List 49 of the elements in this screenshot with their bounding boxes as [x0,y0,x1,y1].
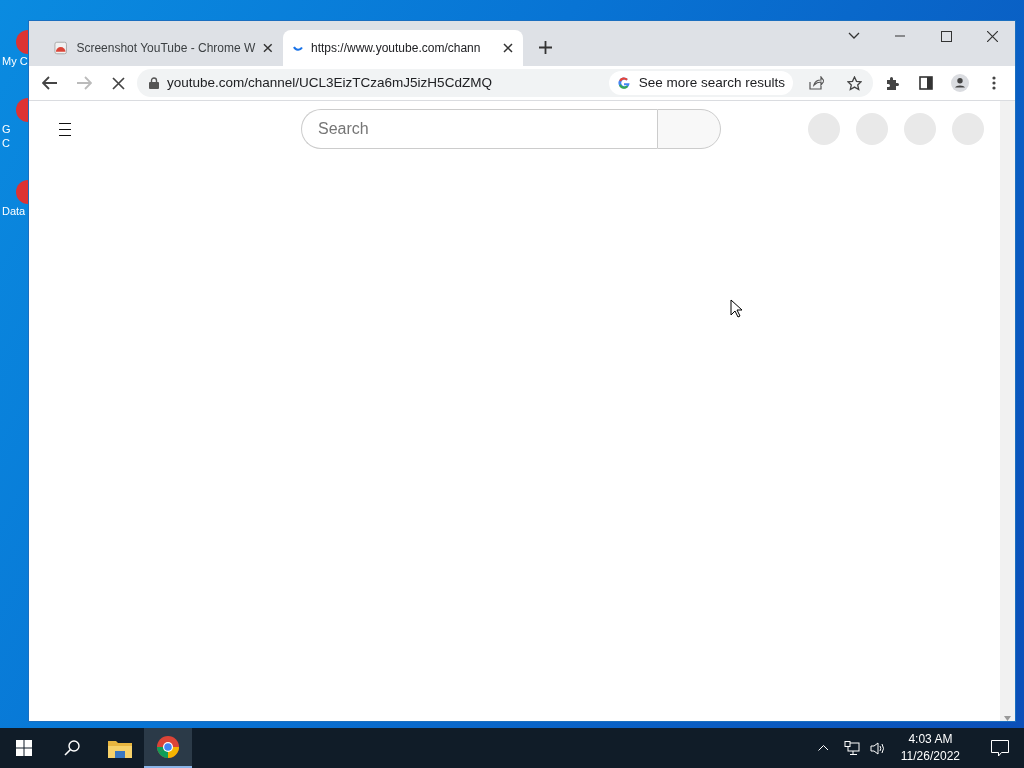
icon-label: My C [2,54,28,68]
folder-icon [108,738,132,758]
taskbar-app-button[interactable] [144,728,192,768]
search-field[interactable]: Search [301,109,657,149]
loading-spinner-icon [293,45,303,51]
maximize-icon [940,30,952,42]
back-arrow-icon [42,76,58,90]
star-icon [846,75,862,91]
forward-arrow-icon [76,76,92,90]
menu-icon [59,122,71,136]
speaker-icon [869,741,885,755]
tab-title: https://www.youtube.com/chann [311,40,482,57]
google-g-icon [616,76,631,90]
share-icon [808,76,824,90]
chevron-up-icon [817,745,828,751]
speech-bubble-icon [991,739,1009,757]
browser-tab[interactable]: Screenshot YouTube - Chrome W [43,30,283,66]
plus-icon [539,40,552,54]
chevron-down-icon [848,32,860,40]
close-icon [986,30,998,42]
person-icon [951,73,969,93]
minimize-icon [895,35,905,37]
icon-label: C [2,136,10,150]
chrome-logo-icon [156,735,180,759]
network-icon [843,741,860,755]
scroll-down-icon [1004,716,1011,721]
puzzle-icon [884,75,900,91]
side-panel-icon [919,76,933,90]
mouse-cursor-icon [730,299,743,318]
address-bar[interactable]: youtube.com/channel/UCL3EizTCza6mJ5izH5CdZMQ See more search results [137,69,873,97]
clock[interactable]: 4:03 AM 11/26/2022 [894,731,966,765]
search-icon [64,740,80,756]
url-text: youtube.com/channel/UCL3EizTCza6mJ5izH5CdZMQ [167,73,493,92]
search-results-chip[interactable]: See more search results [608,70,793,96]
date-text: 11/26/2022 [900,748,960,765]
chip-text: See more search results [638,73,785,92]
lock-icon [149,77,159,89]
close-icon [263,43,273,53]
time-text: 4:03 AM [907,731,954,748]
icon-label: G [2,122,11,136]
close-icon [503,43,513,53]
extension-icon [53,40,69,56]
windows-logo-icon [16,740,32,756]
browser-tab[interactable]: https://www.youtube.com/chann [283,30,523,66]
icon-label: Data [2,204,26,218]
more-vertical-icon [992,76,996,90]
tab-title: Screenshot YouTube - Chrome W [76,40,256,57]
scrollbar[interactable] [1000,101,1015,721]
stop-icon [111,76,125,90]
